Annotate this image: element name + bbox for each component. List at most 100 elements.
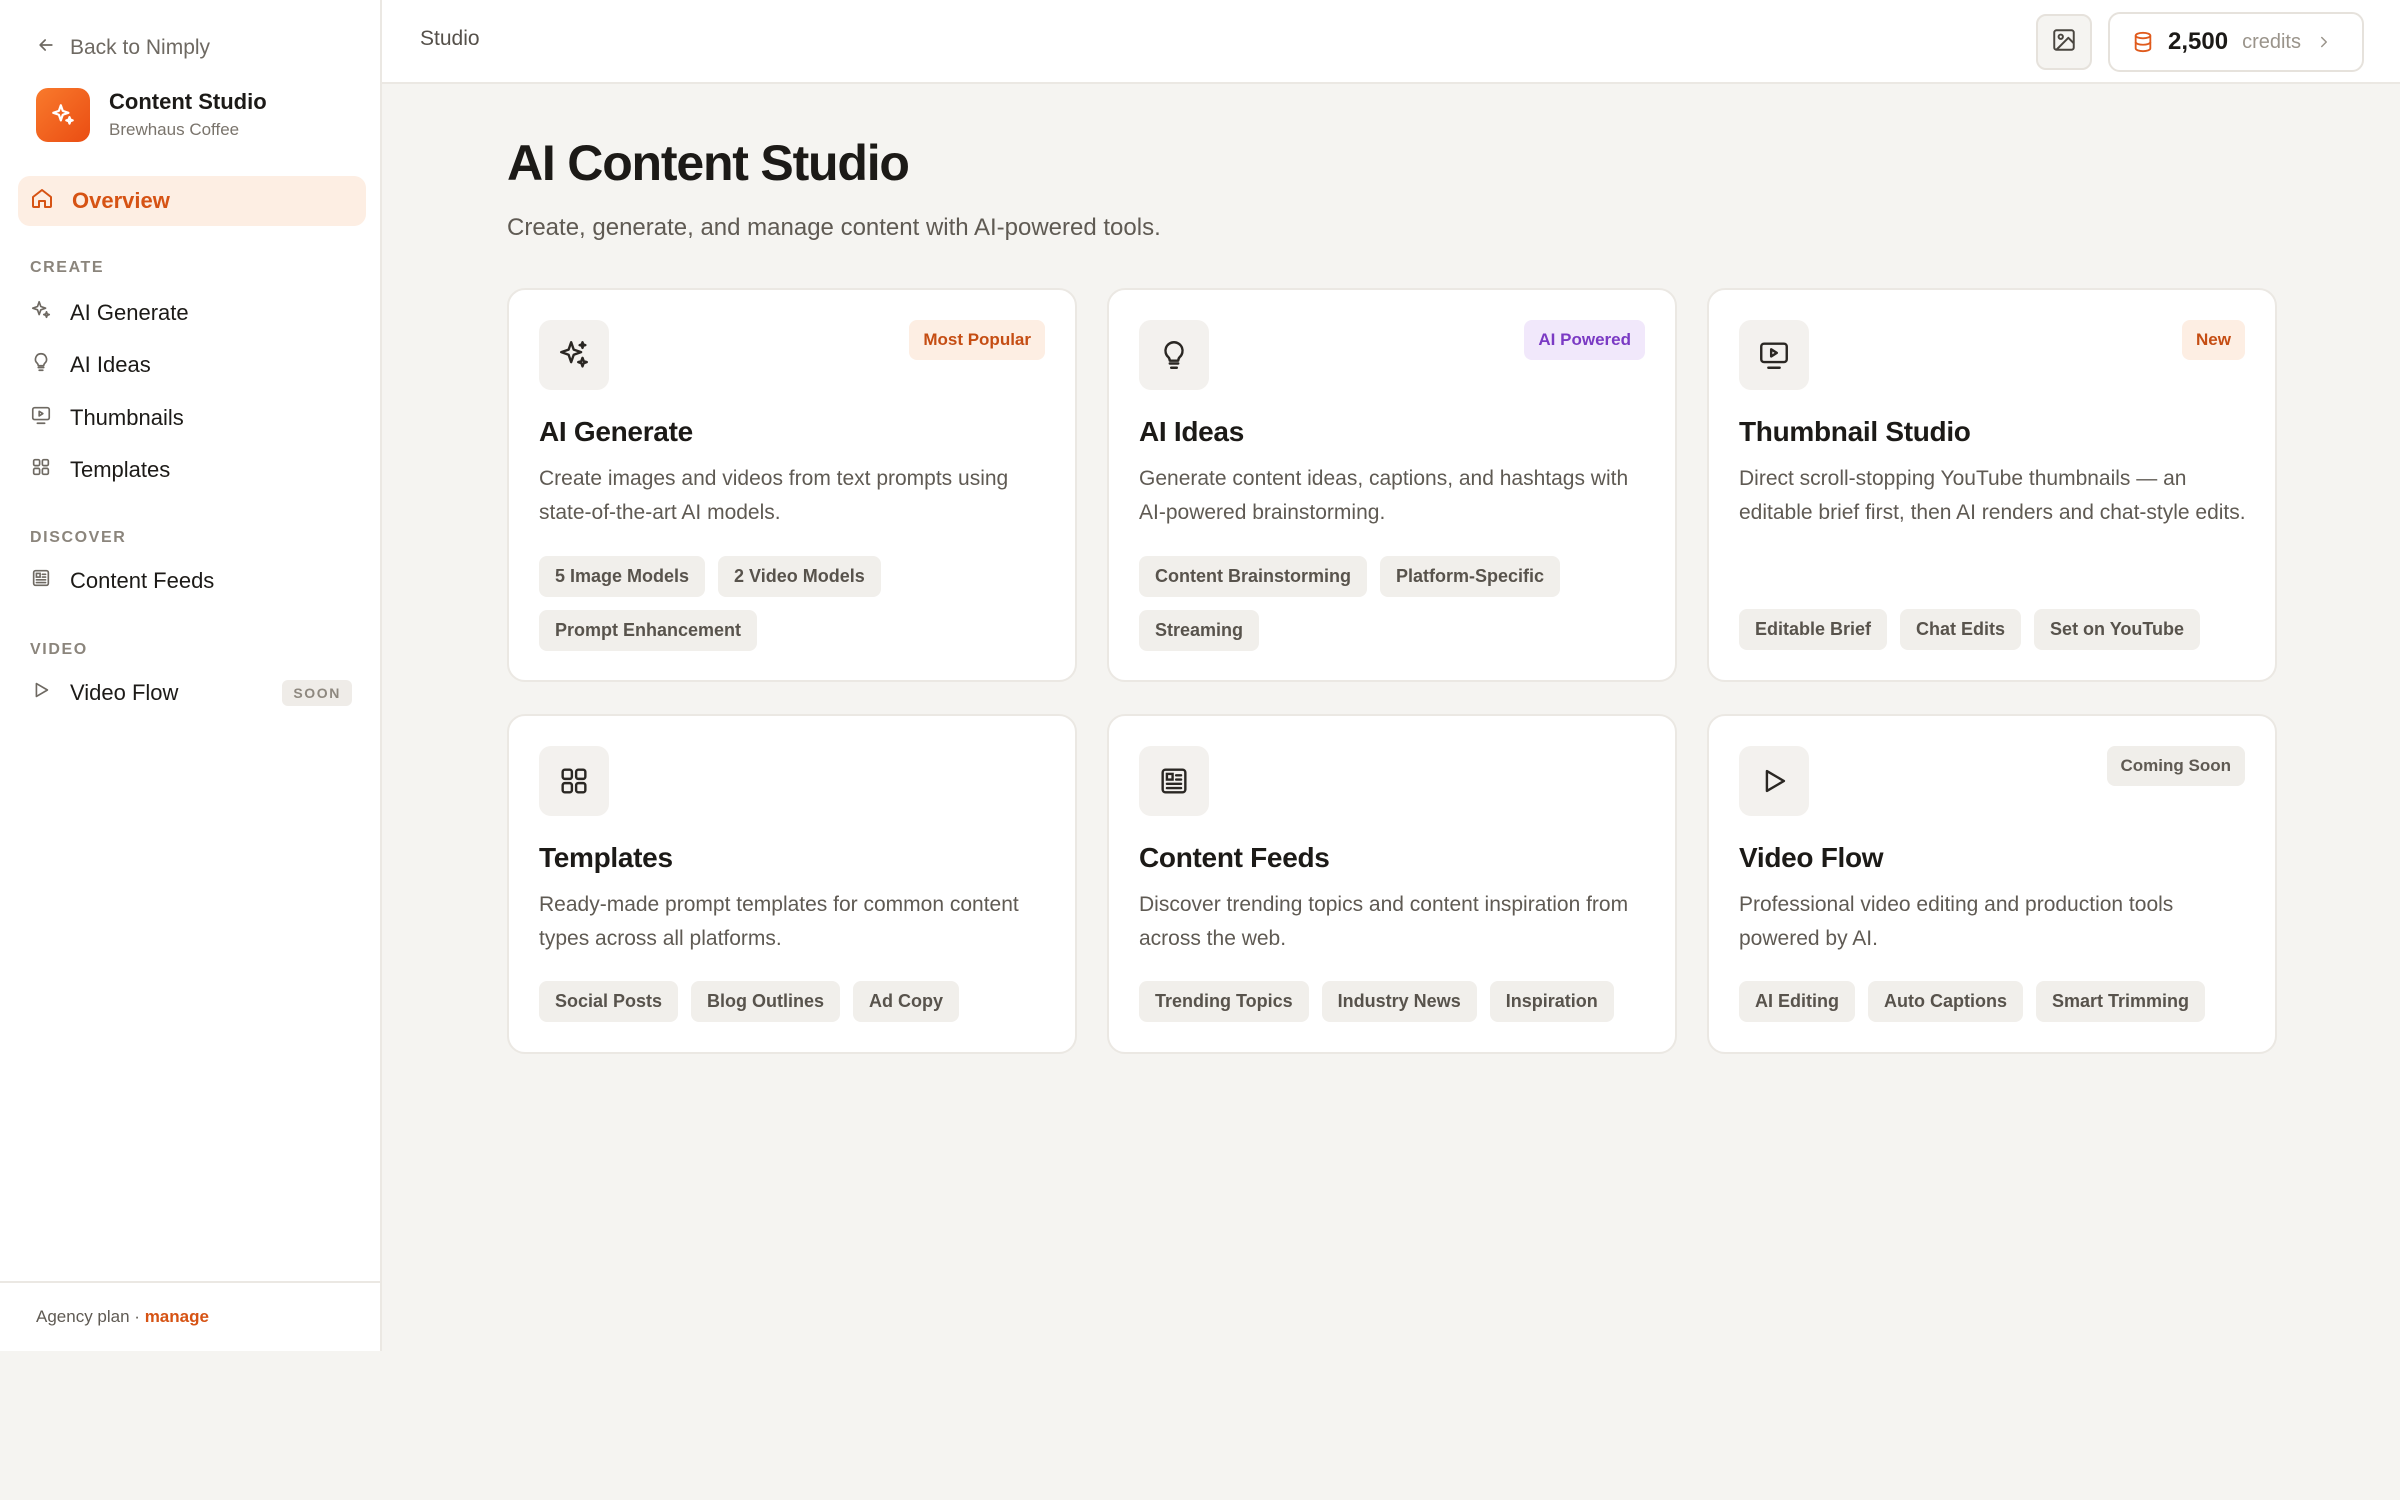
card-tags: 5 Image Models 2 Video Models Prompt Enh… bbox=[539, 556, 1059, 651]
sidebar-item-label: Thumbnails bbox=[70, 405, 184, 430]
sidebar-footer: Agency plan · manage bbox=[0, 1281, 380, 1351]
tag: Ad Copy bbox=[853, 981, 960, 1022]
newspaper-icon bbox=[30, 567, 52, 595]
sidebar-item-content-feeds[interactable]: Content Feeds bbox=[30, 561, 352, 601]
plan-separator: · bbox=[129, 1307, 145, 1326]
sidebar-item-templates[interactable]: Templates bbox=[30, 450, 352, 490]
new-badge: New bbox=[2182, 320, 2245, 360]
back-link[interactable]: Back to Nimply bbox=[36, 33, 210, 63]
monitor-play-icon bbox=[30, 404, 52, 432]
sidebar-item-label: Content Feeds bbox=[70, 568, 215, 593]
card-description: Create images and videos from text promp… bbox=[539, 467, 1009, 524]
card-tags: Content Brainstorming Platform-Specific … bbox=[1139, 556, 1659, 651]
sidebar-item-ai-ideas[interactable]: AI Ideas bbox=[30, 345, 352, 385]
soon-badge: SOON bbox=[282, 680, 352, 706]
credits-button[interactable]: 2,500 credits bbox=[2108, 12, 2364, 72]
tag: Streaming bbox=[1139, 610, 1260, 651]
tag: Blog Outlines bbox=[691, 981, 841, 1022]
card-description: Direct scroll-stopping YouTube thumbnail… bbox=[1739, 467, 2246, 524]
nav-section-create: CREATE bbox=[30, 259, 105, 276]
card-tags: Trending Topics Industry News Inspiratio… bbox=[1139, 981, 1659, 1022]
sidebar: Back to Nimply Content Studio Brewhaus C… bbox=[0, 0, 382, 1351]
tag: Industry News bbox=[1321, 981, 1477, 1022]
sparkles-icon bbox=[36, 88, 90, 142]
card-title: Thumbnail Studio bbox=[1739, 416, 1971, 447]
card-ai-ideas[interactable]: AI Powered AI Ideas Generate content ide… bbox=[1107, 288, 1677, 682]
chevron-right-icon bbox=[2315, 33, 2333, 51]
monitor-play-icon bbox=[1739, 320, 1809, 390]
tag: Set on YouTube bbox=[2034, 609, 2201, 650]
page-title: AI Content Studio bbox=[507, 135, 910, 191]
tag: Trending Topics bbox=[1139, 981, 1309, 1022]
app: Back to Nimply Content Studio Brewhaus C… bbox=[0, 0, 2400, 1500]
home-icon bbox=[30, 186, 54, 216]
card-title: AI Generate bbox=[539, 416, 693, 447]
card-title: Video Flow bbox=[1739, 842, 1884, 873]
tag: 5 Image Models bbox=[539, 556, 706, 597]
tag: Social Posts bbox=[539, 981, 679, 1022]
image-icon bbox=[2051, 27, 2077, 58]
sidebar-item-ai-generate[interactable]: AI Generate bbox=[30, 293, 352, 333]
ai-powered-badge: AI Powered bbox=[1524, 320, 1645, 360]
tag: Chat Edits bbox=[1900, 609, 2022, 650]
grid-icon bbox=[30, 456, 52, 484]
sparkles-icon bbox=[539, 320, 609, 390]
card-title: Content Feeds bbox=[1139, 842, 1330, 873]
tag: Content Brainstorming bbox=[1139, 556, 1367, 597]
card-description: Discover trending topics and content ins… bbox=[1139, 893, 1629, 950]
page-subtitle: Create, generate, and manage content wit… bbox=[507, 214, 1161, 241]
tag: Inspiration bbox=[1489, 981, 1614, 1022]
tag: Smart Trimming bbox=[2036, 981, 2206, 1022]
tag: Prompt Enhancement bbox=[539, 610, 758, 651]
card-video-flow[interactable]: Coming Soon Video Flow Professional vide… bbox=[1707, 714, 2277, 1054]
most-popular-badge: Most Popular bbox=[909, 320, 1045, 360]
newspaper-icon bbox=[1139, 746, 1209, 816]
brand-subtitle: Brewhaus Coffee bbox=[109, 120, 240, 139]
lightbulb-icon bbox=[30, 351, 52, 379]
sidebar-item-label: Video Flow bbox=[70, 680, 179, 705]
card-content-feeds[interactable]: Content Feeds Discover trending topics a… bbox=[1107, 714, 1677, 1054]
sparkles-icon bbox=[30, 299, 52, 327]
play-icon bbox=[30, 679, 52, 707]
tag: 2 Video Models bbox=[718, 556, 881, 597]
nav-section-video: VIDEO bbox=[30, 641, 88, 658]
manage-plan-link[interactable]: manage bbox=[145, 1307, 209, 1327]
card-ai-generate[interactable]: Most Popular AI Generate Create images a… bbox=[507, 288, 1077, 682]
tag: AI Editing bbox=[1739, 981, 1855, 1022]
plan-label: Agency plan bbox=[36, 1307, 130, 1326]
card-description: Professional video editing and productio… bbox=[1739, 893, 2174, 950]
nav-section-discover: DISCOVER bbox=[30, 529, 127, 546]
brand-title: Content Studio bbox=[109, 89, 267, 114]
sidebar-item-label: AI Generate bbox=[70, 300, 189, 325]
grid-icon bbox=[539, 746, 609, 816]
card-templates[interactable]: Templates Ready-made prompt templates fo… bbox=[507, 714, 1077, 1054]
sidebar-item-video-flow[interactable]: Video Flow SOON bbox=[30, 673, 352, 713]
tag: Platform-Specific bbox=[1380, 556, 1561, 597]
arrow-left-icon bbox=[36, 35, 56, 61]
card-tags: Social Posts Blog Outlines Ad Copy bbox=[539, 981, 1059, 1022]
card-description: Generate content ideas, captions, and ha… bbox=[1139, 467, 1629, 524]
database-icon bbox=[2132, 31, 2154, 53]
credits-unit: credits bbox=[2242, 30, 2301, 53]
sidebar-item-thumbnails[interactable]: Thumbnails bbox=[30, 398, 352, 438]
sidebar-item-label: Templates bbox=[70, 457, 171, 482]
brand: Content Studio Brewhaus Coffee bbox=[36, 88, 267, 142]
breadcrumb: Studio bbox=[420, 27, 480, 50]
tag: Auto Captions bbox=[1868, 981, 2023, 1022]
card-description: Ready-made prompt templates for common c… bbox=[539, 893, 1019, 950]
back-link-label: Back to Nimply bbox=[70, 36, 211, 59]
card-tags: AI Editing Auto Captions Smart Trimming bbox=[1739, 981, 2259, 1022]
sidebar-item-overview[interactable]: Overview bbox=[18, 176, 366, 226]
credits-amount: 2,500 bbox=[2168, 28, 2229, 55]
card-tags: Editable Brief Chat Edits Set on YouTube bbox=[1739, 609, 2259, 650]
coming-soon-badge: Coming Soon bbox=[2106, 746, 2245, 786]
play-icon bbox=[1739, 746, 1809, 816]
card-thumbnail-studio[interactable]: New Thumbnail Studio Direct scroll-stopp… bbox=[1707, 288, 2277, 682]
card-title: Templates bbox=[539, 842, 673, 873]
sidebar-item-label: Overview bbox=[72, 188, 170, 213]
card-title: AI Ideas bbox=[1139, 416, 1244, 447]
topbar: Studio 2,500 credits bbox=[382, 0, 2400, 84]
gallery-button[interactable] bbox=[2036, 14, 2092, 70]
tag: Editable Brief bbox=[1739, 609, 1888, 650]
sidebar-item-label: AI Ideas bbox=[70, 352, 151, 377]
